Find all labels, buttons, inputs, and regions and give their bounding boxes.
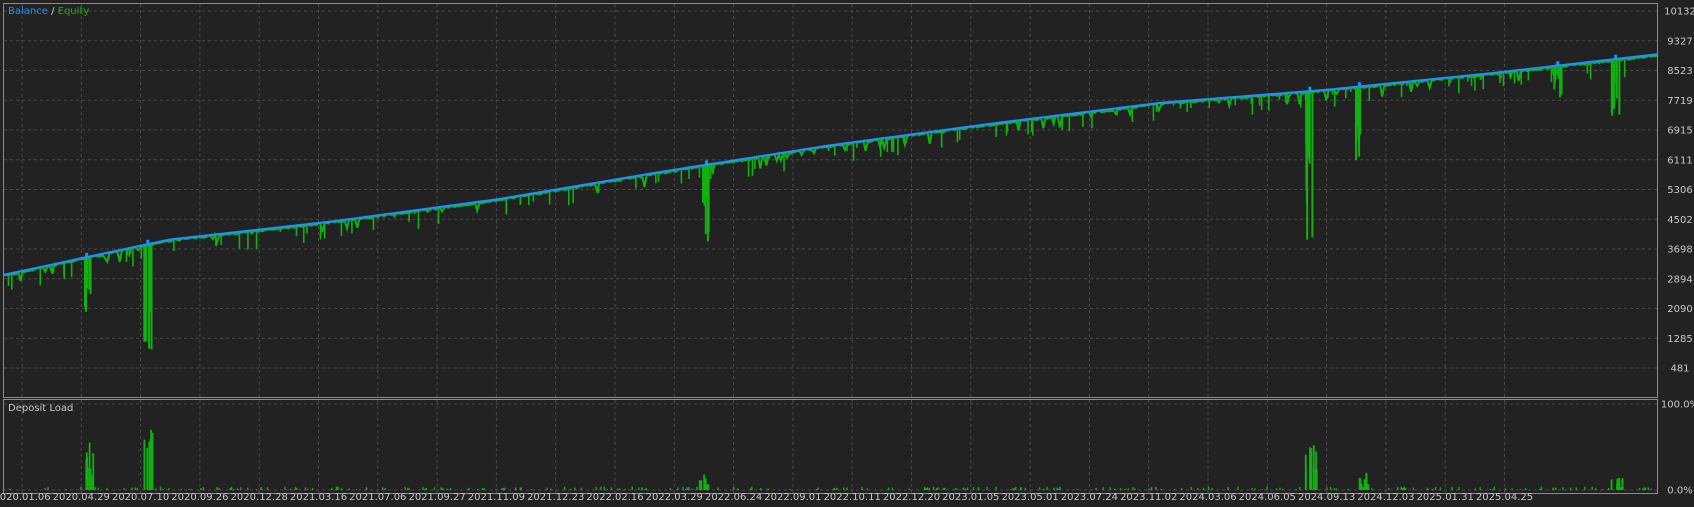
x-tick-label: 2022.09.01 [764,492,821,503]
x-tick-label: 2021.03.16 [290,492,347,503]
x-tick-label: 2023.01.05 [942,492,999,503]
y-tick-label: 6111 [1667,155,1692,166]
x-tick-label: 2024.09.13 [1298,492,1355,503]
x-tick-label: 2023.07.24 [1061,492,1118,503]
x-tick-label: 2024.12.03 [1357,492,1414,503]
y-tick-label: 1285 [1667,334,1692,345]
y-tick-label: 4502 [1667,215,1692,226]
y-tick-label: 6915 [1667,126,1692,137]
x-tick-label: 2021.07.06 [349,492,406,503]
y-tick-label: 100.0% [1661,400,1694,411]
x-tick-label: 2023.11.02 [1120,492,1177,503]
x-tick-label: 2021.11.09 [468,492,525,503]
x-tick-label: 2020.04.29 [53,492,110,503]
legend-equity: Equity [58,6,90,17]
deposit-load-title: Deposit Load [8,403,73,414]
x-tick-label: 2020.09.26 [171,492,228,503]
legend-balance: Balance [8,6,48,17]
y-tick-label: 3698 [1667,245,1692,256]
x-tick-label: 2020.12.28 [231,492,288,503]
balance-equity-chart: 10132 9327 8523 7719 6915 6111 5306 4502 3698 289… [0,0,1694,503]
y-tick-label: 8523 [1667,66,1692,77]
chart-container: 10132 9327 8523 7719 6915 6111 5306 4502 3698 289… [0,0,1694,503]
x-tick-label: 2020.01.06 [0,492,51,503]
x-tick-label: 2023.05.01 [1001,492,1058,503]
y-tick-label: 0.0% [1667,486,1692,497]
x-axis-ticks: 2020.01.062020.04.292020.07.102020.09.26… [0,492,1533,503]
x-tick-label: 2021.09.27 [408,492,465,503]
x-tick-label: 2022.02.16 [586,492,643,503]
x-tick-label: 2024.03.06 [1179,492,1236,503]
y-tick-label: 2090 [1667,304,1692,315]
y-tick-label: 5306 [1667,185,1692,196]
x-tick-label: 2021.12.23 [527,492,584,503]
x-tick-label: 2024.06.05 [1239,492,1296,503]
x-tick-label: 2020.07.10 [112,492,169,503]
y-tick-label: 7719 [1667,96,1692,107]
legend: Balance / Equity [8,6,89,17]
chart-background [0,0,1694,503]
x-tick-label: 2025.01.31 [1417,492,1474,503]
x-tick-label: 2022.10.11 [824,492,881,503]
x-tick-label: 2022.03.29 [646,492,703,503]
x-tick-label: 2022.06.24 [705,492,762,503]
x-tick-label: 2025.04.25 [1476,492,1533,503]
y-tick-label: 9327 [1667,36,1692,47]
y-tick-label: 10132 [1664,7,1694,18]
y-tick-label: 2894 [1667,274,1692,285]
y-tick-label: 481 [1670,364,1689,375]
x-tick-label: 2022.12.20 [883,492,940,503]
legend-separator: / [48,6,58,17]
